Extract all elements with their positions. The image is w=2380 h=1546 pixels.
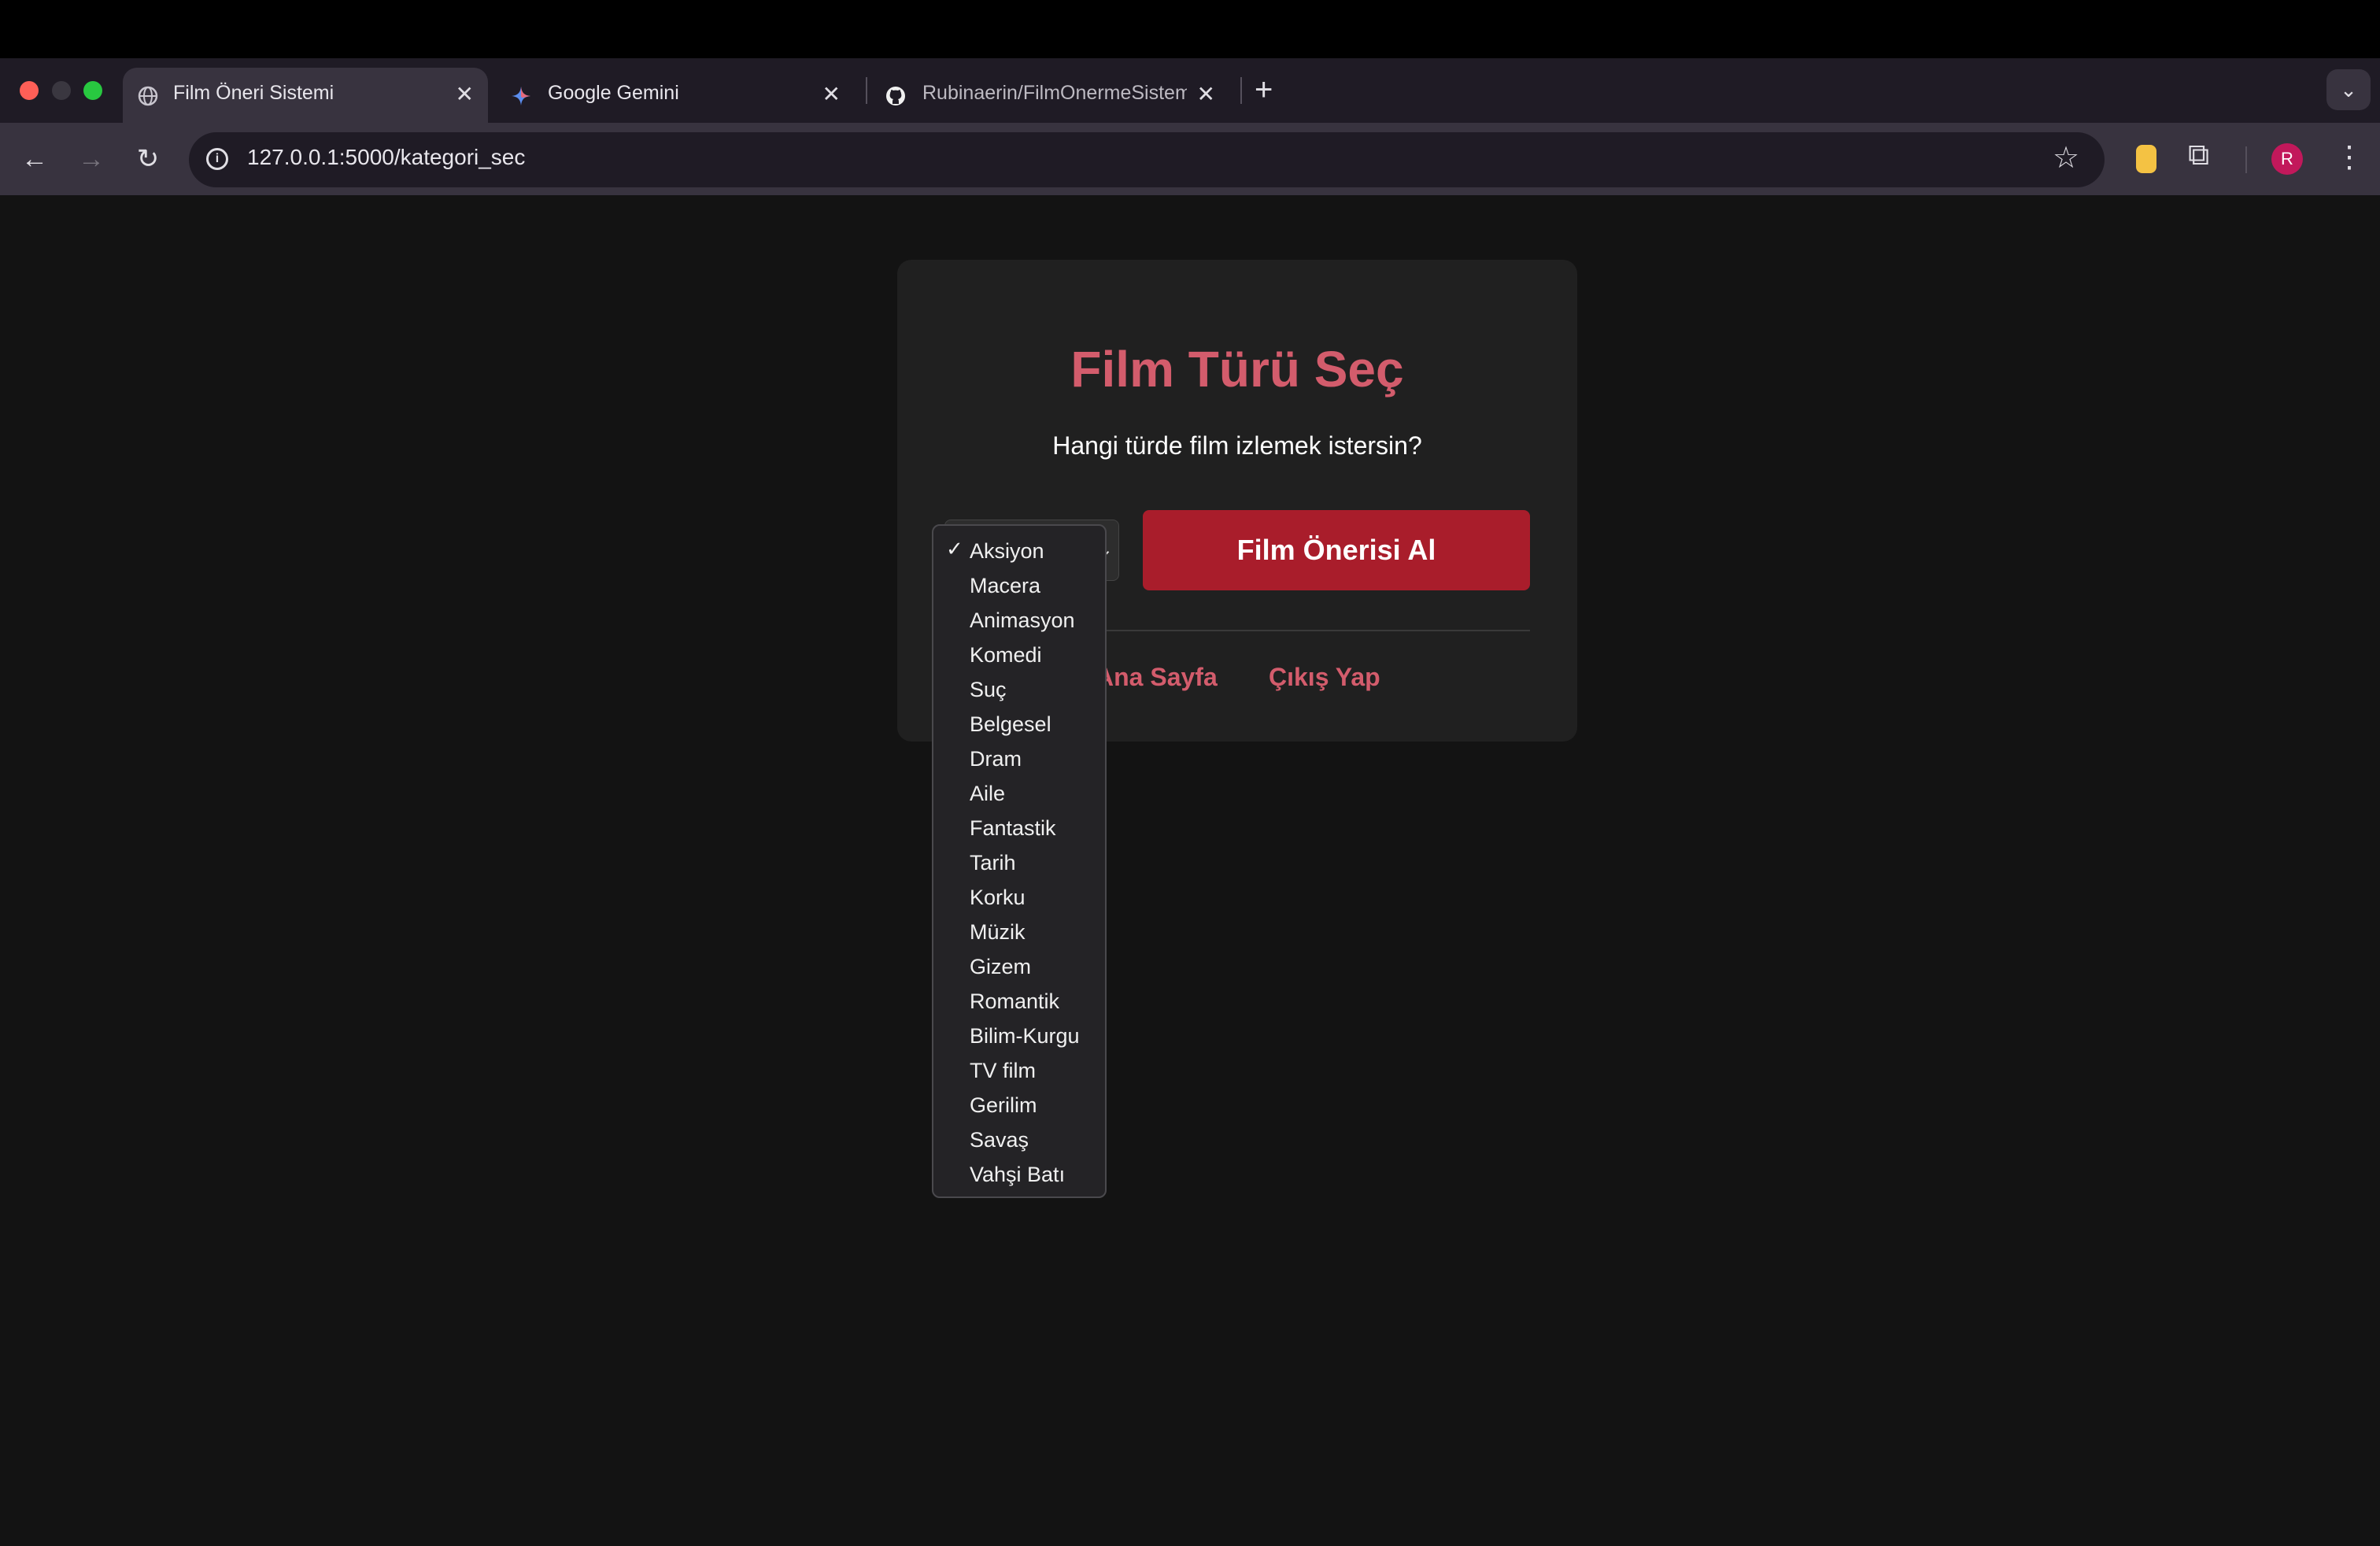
tab-separator xyxy=(1240,77,1242,104)
tab-film-oneri[interactable]: Film Öneri Sistemi ✕ xyxy=(123,68,488,123)
site-info-icon[interactable]: i xyxy=(206,148,228,170)
genre-option[interactable]: Aile xyxy=(970,780,1005,807)
genre-option[interactable]: Belgesel xyxy=(970,711,1051,738)
profile-avatar[interactable]: R xyxy=(2271,143,2303,175)
genre-option[interactable]: Suç xyxy=(970,676,1007,703)
home-link[interactable]: Ana Sayfa xyxy=(1096,663,1218,692)
maximize-window-button[interactable] xyxy=(83,81,102,100)
genre-option[interactable]: TV film xyxy=(970,1057,1036,1084)
reload-icon[interactable]: ↻ xyxy=(131,142,165,176)
globe-icon xyxy=(138,86,158,106)
toolbar-separator xyxy=(2245,146,2247,173)
gemini-icon xyxy=(512,87,530,105)
page-title: Film Türü Seç xyxy=(1070,341,1404,398)
menu-bar-area xyxy=(0,0,2380,58)
genre-option[interactable]: Gizem xyxy=(970,953,1031,980)
close-tab-icon[interactable]: ✕ xyxy=(1197,83,1215,105)
logout-link[interactable]: Çıkış Yap xyxy=(1269,663,1380,692)
checkmark-icon: ✓ xyxy=(946,537,963,560)
genre-option[interactable]: Bilim-Kurgu xyxy=(970,1023,1080,1049)
genre-option[interactable]: Komedi xyxy=(970,642,1042,668)
github-icon xyxy=(886,87,905,105)
tab-google-gemini[interactable]: Google Gemini ✕ xyxy=(496,68,855,123)
genre-option[interactable]: Macera xyxy=(970,572,1040,599)
back-icon[interactable]: ← xyxy=(17,142,52,176)
minimize-window-button[interactable] xyxy=(52,81,71,100)
genre-option[interactable]: Fantastik xyxy=(970,815,1056,841)
genre-option[interactable]: Vahşi Batı xyxy=(970,1161,1065,1188)
close-window-button[interactable] xyxy=(20,81,39,100)
genre-option[interactable]: Tarih xyxy=(970,849,1016,876)
tab-github-repo[interactable]: Rubinaerin/FilmOnermeSistem ✕ xyxy=(870,68,1229,123)
url-text[interactable]: 127.0.0.1:5000/kategori_sec xyxy=(247,145,525,170)
tab-separator xyxy=(866,77,867,104)
tab-title: Film Öneri Sistemi xyxy=(173,82,334,104)
extensions-puzzle-icon[interactable]: ⧉ xyxy=(2188,139,2209,172)
new-tab-icon[interactable]: + xyxy=(1255,71,1273,109)
page-subtitle: Hangi türde film izlemek istersin? xyxy=(1052,431,1422,460)
genre-option[interactable]: Korku xyxy=(970,884,1026,911)
genre-option[interactable]: Romantik xyxy=(970,988,1059,1015)
genre-option[interactable]: Dram xyxy=(970,745,1022,772)
tab-title: Rubinaerin/FilmOnermeSistem xyxy=(922,82,1187,104)
genre-option[interactable]: Savaş xyxy=(970,1126,1029,1153)
genre-option[interactable]: Gerilim xyxy=(970,1092,1037,1119)
close-tab-icon[interactable]: ✕ xyxy=(822,83,841,105)
genre-option[interactable]: Aksiyon xyxy=(970,538,1044,564)
tab-search-icon[interactable]: ⌄ xyxy=(2326,69,2371,110)
get-recommendation-button[interactable]: Film Önerisi Al xyxy=(1143,510,1530,590)
extension-icon[interactable] xyxy=(2136,145,2156,173)
genre-option[interactable]: Müzik xyxy=(970,919,1026,945)
bookmark-star-icon[interactable]: ☆ xyxy=(2053,140,2079,176)
forward-icon[interactable]: → xyxy=(74,142,109,176)
genre-option[interactable]: Animasyon xyxy=(970,607,1075,634)
close-tab-icon[interactable]: ✕ xyxy=(456,83,474,105)
more-menu-icon[interactable]: ⋮ xyxy=(2334,140,2364,175)
tab-title: Google Gemini xyxy=(548,82,679,104)
